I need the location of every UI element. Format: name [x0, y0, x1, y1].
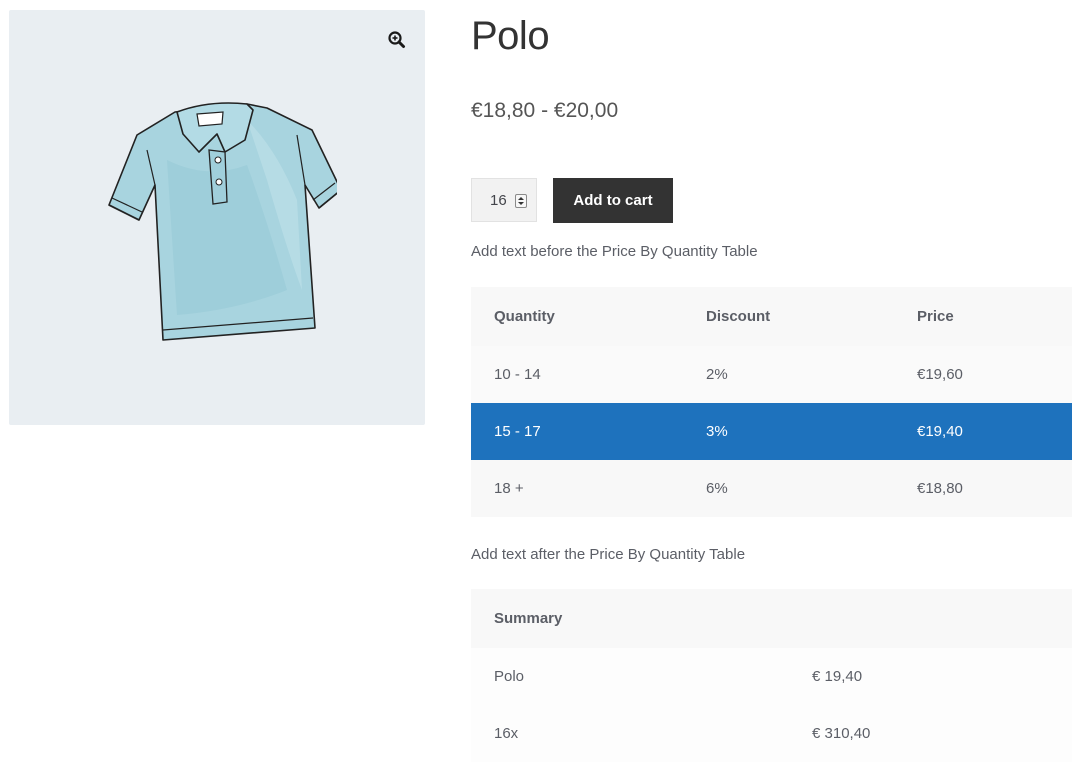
cell-discount: 6%	[683, 460, 894, 517]
cell-price: €19,40	[894, 403, 1072, 460]
column-header-discount: Discount	[683, 287, 894, 346]
table-row[interactable]: 10 - 14 2% €19,60	[471, 346, 1072, 403]
quantity-stepper[interactable]: 16	[471, 178, 537, 222]
cell-price: €19,60	[894, 346, 1072, 403]
summary-label: 16x	[471, 705, 789, 762]
price-range: €18,80 - €20,00	[471, 99, 619, 122]
zoom-in-icon[interactable]	[387, 30, 407, 50]
product-title: Polo	[471, 14, 550, 58]
summary-header-row: Summary	[471, 589, 1072, 648]
cell-discount: 3%	[683, 403, 894, 460]
summary-value: € 310,40	[789, 705, 1072, 762]
text-before-table: Add text before the Price By Quantity Ta…	[471, 243, 758, 260]
summary-label: Polo	[471, 648, 789, 705]
table-row[interactable]: 18 + 6% €18,80	[471, 460, 1072, 517]
table-header-row: Quantity Discount Price	[471, 287, 1072, 346]
cell-quantity: 10 - 14	[471, 346, 683, 403]
summary-row: Polo € 19,40	[471, 648, 1072, 705]
product-gallery	[9, 10, 425, 425]
quantity-spinner[interactable]	[515, 194, 527, 208]
cell-price: €18,80	[894, 460, 1072, 517]
add-to-cart-button[interactable]: Add to cart	[553, 178, 673, 223]
price-by-quantity-table: Quantity Discount Price 10 - 14 2% €19,6…	[471, 287, 1072, 517]
quantity-value[interactable]: 16	[490, 192, 507, 210]
polo-shirt-image[interactable]	[97, 90, 342, 355]
cell-quantity: 18 +	[471, 460, 683, 517]
column-header-price: Price	[894, 287, 1072, 346]
cell-discount: 2%	[683, 346, 894, 403]
spinner-up-icon[interactable]	[518, 197, 524, 200]
summary-row: 16x € 310,40	[471, 705, 1072, 762]
spinner-down-icon[interactable]	[518, 202, 524, 205]
cell-quantity: 15 - 17	[471, 403, 683, 460]
table-row-selected[interactable]: 15 - 17 3% €19,40	[471, 403, 1072, 460]
summary-table: Summary Polo € 19,40 16x € 310,40	[471, 589, 1072, 762]
summary-header: Summary	[471, 589, 789, 648]
column-header-quantity: Quantity	[471, 287, 683, 346]
summary-header-blank	[789, 589, 1072, 648]
summary-value: € 19,40	[789, 648, 1072, 705]
text-after-table: Add text after the Price By Quantity Tab…	[471, 546, 746, 563]
